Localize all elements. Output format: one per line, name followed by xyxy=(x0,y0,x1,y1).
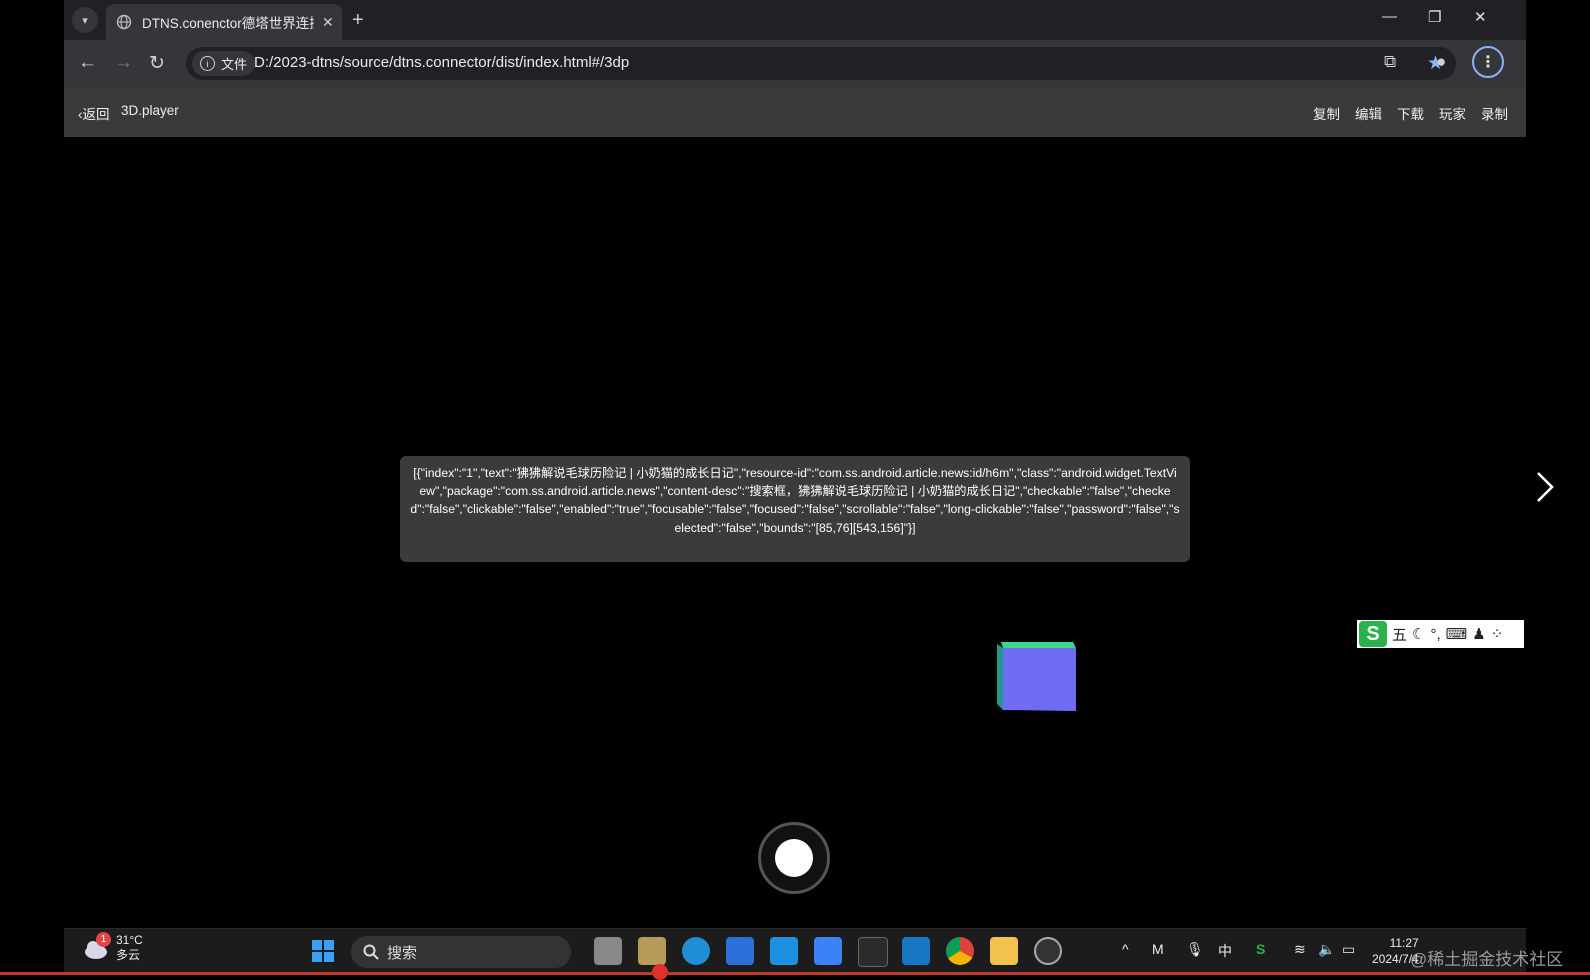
record-button[interactable] xyxy=(758,822,830,894)
weather-temp: 31°C xyxy=(116,933,143,947)
file-explorer-alt-icon[interactable] xyxy=(638,937,666,965)
vscode-icon[interactable] xyxy=(902,937,930,965)
volume-icon[interactable]: 🔈 xyxy=(1318,941,1335,958)
tab-search-button[interactable]: ▾ xyxy=(72,7,98,33)
record-dot xyxy=(775,839,813,877)
user-icon[interactable]: ♟ xyxy=(1472,625,1485,643)
taskbar-search[interactable]: 搜索 xyxy=(351,936,571,968)
minimize-button[interactable]: — xyxy=(1382,8,1397,25)
browser-toolbar: ← → ↻ i 文件 D:/2023-dtns/source/dtns.conn… xyxy=(64,40,1526,87)
app-header: ‹返回 3D.player 复制 编辑 下载 玩家 录制 xyxy=(64,87,1526,137)
back-button[interactable]: ‹返回 xyxy=(78,103,110,123)
weather-widget[interactable]: 1 31°C 多云 xyxy=(82,932,143,963)
weather-badge: 1 xyxy=(96,932,111,947)
microphone-icon[interactable]: 🎙 xyxy=(1186,941,1204,958)
keyboard-icon[interactable]: ⌨ xyxy=(1446,625,1468,643)
u-app-icon[interactable] xyxy=(770,937,798,965)
close-tab-icon[interactable]: ✕ xyxy=(322,14,334,31)
record-button-header[interactable]: 录制 xyxy=(1481,103,1508,123)
header-actions: 复制 编辑 下载 玩家 录制 xyxy=(1313,103,1508,123)
close-window-button[interactable]: ✕ xyxy=(1474,8,1487,26)
tab-strip: ▾ DTNS.conenctor德塔世界连接 ✕ + — ❐ ✕ xyxy=(64,0,1526,40)
cube-top-face xyxy=(1001,642,1076,648)
punctuation-icon[interactable]: °, xyxy=(1430,626,1440,643)
site-info-chip[interactable]: i 文件 xyxy=(192,51,256,76)
url-text[interactable]: D:/2023-dtns/source/dtns.connector/dist/… xyxy=(254,54,629,71)
tab-title: DTNS.conenctor德塔世界连接 xyxy=(142,16,314,31)
windows-start-icon[interactable] xyxy=(311,939,335,963)
sogou-tray-icon[interactable]: S xyxy=(1256,941,1265,957)
edge-browser-icon[interactable] xyxy=(682,937,710,965)
info-icon: i xyxy=(200,56,215,71)
ime-toolbar: S 五 ☾ °, ⌨ ♟ ⁘ xyxy=(1357,620,1524,648)
feishu-icon[interactable] xyxy=(814,937,842,965)
copy-button[interactable]: 复制 xyxy=(1313,103,1340,123)
page-title: 3D.player xyxy=(121,103,179,118)
chevron-up-icon[interactable]: ^ xyxy=(1122,941,1129,957)
site-info-label: 文件 xyxy=(221,57,248,72)
back-arrow-icon[interactable]: ← xyxy=(78,52,97,74)
element-info-popup: [{"index":"1","text":"狒狒解说毛球历险记 | 小奶猫的成长… xyxy=(400,456,1190,562)
sogou-logo-icon[interactable]: S xyxy=(1359,621,1387,647)
ime-mode-label[interactable]: 五 xyxy=(1392,624,1407,645)
address-bar[interactable]: i 文件 D:/2023-dtns/source/dtns.connector/… xyxy=(186,47,1456,80)
obs-icon[interactable] xyxy=(1034,937,1062,965)
profile-icon[interactable]: ● xyxy=(1436,52,1446,72)
extensions-icon[interactable]: ⧉ xyxy=(1384,52,1396,72)
folder-icon[interactable] xyxy=(990,937,1018,965)
search-icon xyxy=(363,944,379,960)
browser-window: ▾ DTNS.conenctor德塔世界连接 ✕ + — ❐ ✕ ← → ↻ i… xyxy=(64,0,1554,975)
weather-desc: 多云 xyxy=(116,948,141,962)
3d-cube[interactable] xyxy=(997,640,1079,712)
moon-icon[interactable]: ☾ xyxy=(1412,625,1425,643)
new-tab-button[interactable]: + xyxy=(352,9,364,32)
browser-menu-button[interactable]: ⋮ xyxy=(1472,46,1504,78)
tab-active[interactable]: DTNS.conenctor德塔世界连接 ✕ xyxy=(106,4,342,40)
recording-indicator xyxy=(652,964,668,980)
task-view-icon[interactable] xyxy=(594,937,622,965)
wifi-icon[interactable]: ≋ xyxy=(1294,941,1306,958)
terminal-icon[interactable] xyxy=(858,937,888,967)
search-placeholder: 搜索 xyxy=(387,944,418,962)
player-button[interactable]: 玩家 xyxy=(1439,103,1466,123)
chrome-icon[interactable] xyxy=(946,937,974,965)
forward-arrow-icon[interactable]: → xyxy=(114,52,133,74)
watermark: @稀土掘金技术社区 xyxy=(1410,950,1564,969)
ime-lang-indicator[interactable]: 中 xyxy=(1218,941,1232,961)
battery-icon[interactable]: ▭ xyxy=(1342,941,1355,958)
cube-side-face xyxy=(997,644,1003,710)
restore-button[interactable]: ❐ xyxy=(1428,8,1441,26)
apps-grid-icon[interactable]: ⁘ xyxy=(1491,625,1504,643)
globe-icon xyxy=(116,14,132,30)
editor-app-icon[interactable] xyxy=(726,937,754,965)
taskbar: 1 31°C 多云 搜索 ^ M 🎙 中 S ≋ 🔈 ▭ 11:27 2024/… xyxy=(64,928,1526,973)
download-button[interactable]: 下载 xyxy=(1397,103,1424,123)
edit-button[interactable]: 编辑 xyxy=(1355,103,1382,123)
back-label: 返回 xyxy=(82,107,110,122)
reload-icon[interactable]: ↻ xyxy=(149,52,165,75)
cube-front-face xyxy=(1003,648,1076,711)
chevron-right-icon[interactable] xyxy=(1530,467,1560,507)
app-tray-icon[interactable]: M xyxy=(1152,941,1164,957)
